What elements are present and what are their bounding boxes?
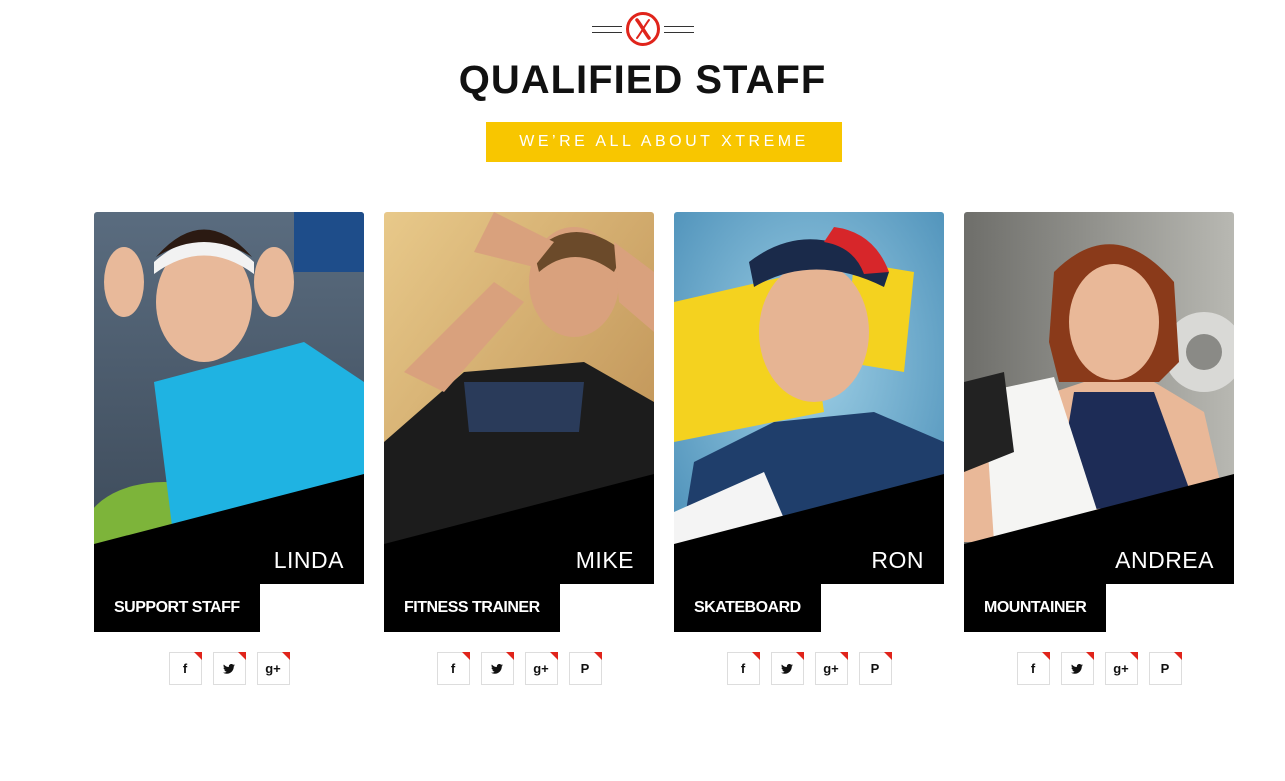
staff-photo: LINDA xyxy=(94,212,364,584)
twitter-icon[interactable] xyxy=(480,652,514,685)
social-links: f g+ P xyxy=(384,652,654,685)
facebook-icon[interactable]: f xyxy=(168,652,202,685)
social-links: f g+ xyxy=(94,652,364,685)
staff-photo: ANDREA xyxy=(964,212,1234,584)
pinterest-icon[interactable]: P xyxy=(858,652,892,685)
social-links: f g+ P xyxy=(964,652,1234,685)
staff-name: MIKE xyxy=(575,547,634,573)
pinterest-icon[interactable]: P xyxy=(568,652,602,685)
section-title: QUALIFIED STAFF xyxy=(458,58,827,102)
staff-card: RON SKATEBOARD f g+ P xyxy=(674,212,944,685)
brand-logo xyxy=(0,12,1285,46)
logo-line-right xyxy=(663,25,694,33)
section-tagline: WE’RE ALL ABOUT XTREME SPORTS xyxy=(486,122,842,190)
staff-name: ANDREA xyxy=(1115,547,1214,573)
staff-card: LINDA SUPPORT STAFF f g+ xyxy=(94,212,364,685)
twitter-icon[interactable] xyxy=(212,652,246,685)
staff-role: MOUNTAINER xyxy=(964,584,1107,632)
pinterest-icon[interactable]: P xyxy=(1148,652,1182,685)
staff-card: MIKE FITNESS TRAINER f g+ P xyxy=(384,212,654,685)
staff-role: FITNESS TRAINER xyxy=(384,584,560,632)
staff-card: ANDREA MOUNTAINER f g+ P xyxy=(964,212,1234,685)
staff-name: LINDA xyxy=(273,547,344,573)
google-plus-icon[interactable]: g+ xyxy=(1104,652,1138,685)
facebook-icon[interactable]: f xyxy=(436,652,470,685)
staff-role: SUPPORT STAFF xyxy=(94,584,260,632)
twitter-icon[interactable] xyxy=(1060,652,1094,685)
google-plus-icon[interactable]: g+ xyxy=(814,652,848,685)
google-plus-icon[interactable]: g+ xyxy=(256,652,290,685)
twitter-icon[interactable] xyxy=(770,652,804,685)
staff-photo: RON xyxy=(674,212,944,584)
staff-name: RON xyxy=(871,547,924,573)
staff-photo: MIKE xyxy=(384,212,654,584)
facebook-icon[interactable]: f xyxy=(1016,652,1050,685)
google-plus-icon[interactable]: g+ xyxy=(524,652,558,685)
facebook-icon[interactable]: f xyxy=(726,652,760,685)
staff-role: SKATEBOARD xyxy=(674,584,821,632)
x-logo-icon xyxy=(625,12,660,46)
social-links: f g+ P xyxy=(674,652,944,685)
logo-line-left xyxy=(591,25,622,33)
